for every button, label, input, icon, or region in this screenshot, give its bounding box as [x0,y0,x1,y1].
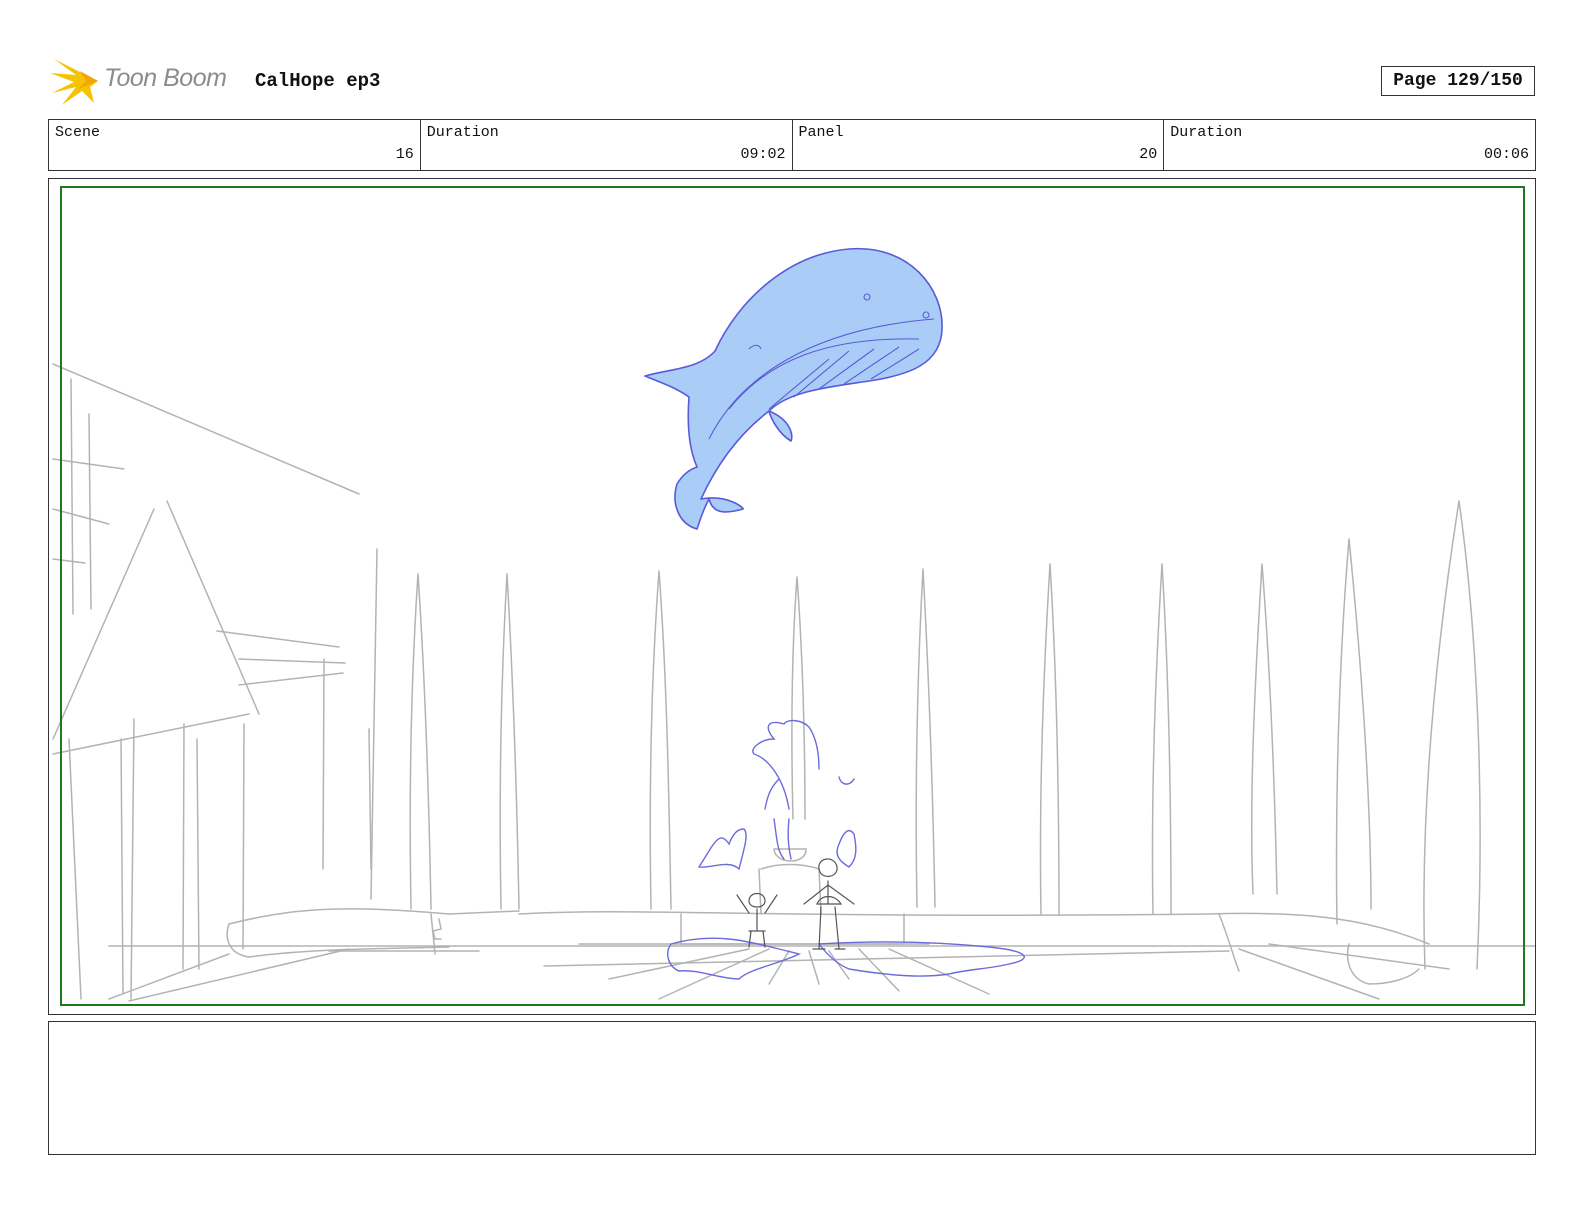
panel-sketch-image [52,247,1535,1002]
panel-info-row: Scene 16 Duration 09:02 Panel 20 Duratio… [48,119,1536,171]
whale-illustration [644,247,943,530]
background-sketch [52,363,1535,1002]
scene-duration-label: Duration [426,124,499,141]
panel-value: 20 [1139,146,1158,163]
scene-duration-value: 09:02 [740,146,786,163]
scene-value: 16 [395,146,414,163]
panel-duration-label: Duration [1170,124,1243,141]
fountain-water [667,719,1025,980]
panel-cell: Panel 20 [793,120,1165,170]
panel-duration-value: 00:06 [1483,146,1529,163]
panel-duration-cell: Duration 00:06 [1164,120,1535,170]
panel-notes-box [48,1021,1536,1155]
page-indicator: Page 129/150 [1381,66,1535,96]
project-title: CalHope ep3 [255,70,381,92]
storyboard-panel [48,178,1536,1015]
logo-wordmark: Toon Boom [104,64,227,92]
scene-cell: Scene 16 [49,120,421,170]
scene-label: Scene [55,124,101,141]
characters [736,858,855,950]
panel-label: Panel [798,124,844,141]
scene-duration-cell: Duration 09:02 [421,120,793,170]
